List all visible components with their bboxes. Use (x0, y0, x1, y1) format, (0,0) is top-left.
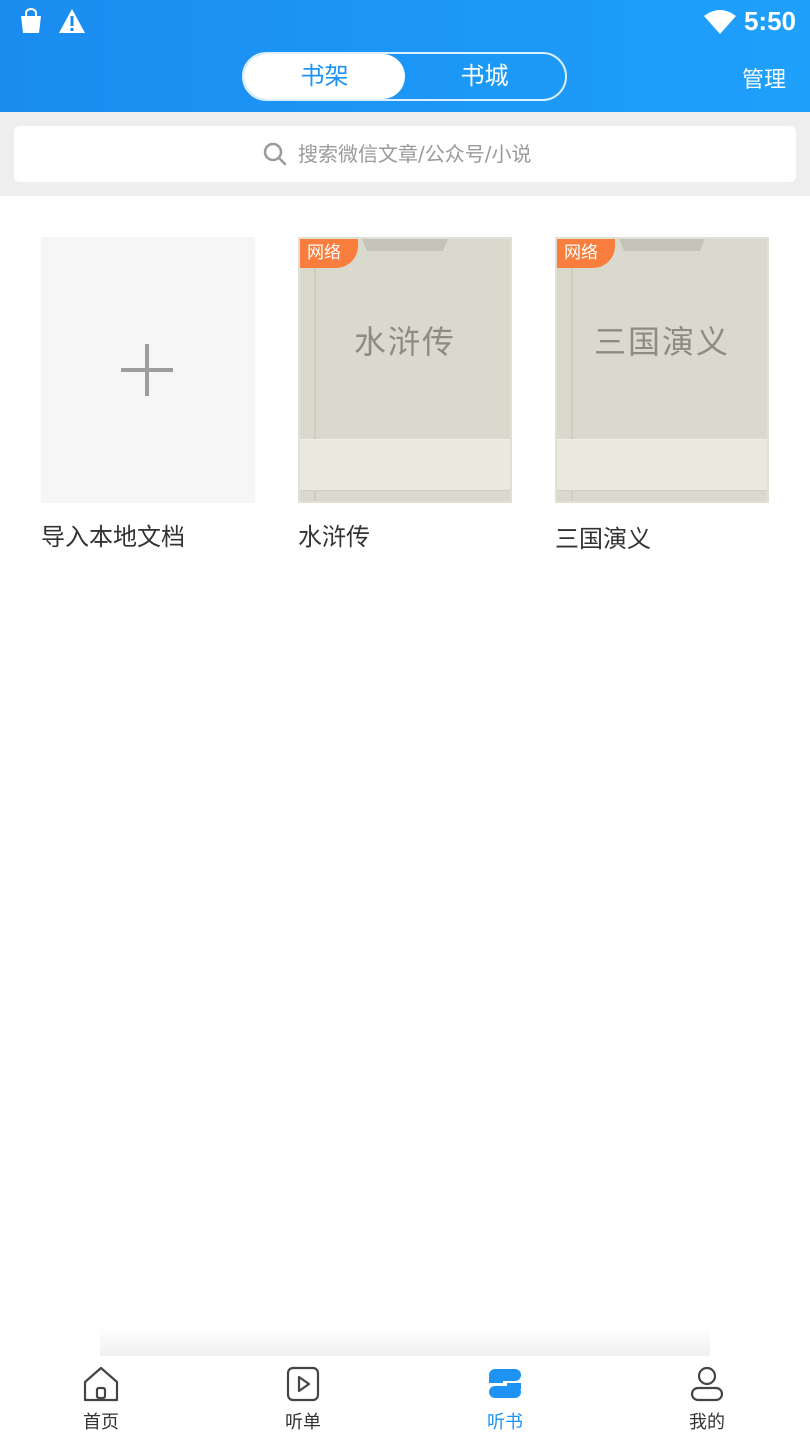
search-input[interactable] (298, 142, 548, 166)
cover-title: 水浒传 (353, 323, 456, 361)
book-icon (489, 1369, 521, 1398)
book-item[interactable]: 三国演义 网络 三国演义 (555, 237, 769, 554)
status-time: 5:50 (743, 6, 796, 36)
nav-profile[interactable]: 我的 (652, 1364, 762, 1434)
search-icon (263, 142, 287, 166)
manage-button[interactable]: 管理 (742, 62, 786, 94)
book-title: 三国演义 (555, 525, 651, 553)
nav-home[interactable]: 首页 (46, 1364, 156, 1434)
book-cover[interactable]: 三国演义 网络 (555, 237, 769, 503)
import-tile[interactable] (41, 237, 255, 503)
nav-playlist[interactable]: 听单 (248, 1364, 358, 1434)
shelf-store-toggle: 书架 书城 (242, 52, 567, 101)
user-icon (690, 1366, 724, 1402)
wifi-icon (704, 10, 736, 34)
nav-label: 听单 (285, 1412, 321, 1433)
play-icon (286, 1366, 320, 1402)
warning-icon (59, 9, 85, 33)
search-box[interactable] (14, 126, 796, 182)
import-label: 导入本地文档 (41, 523, 185, 551)
tab-bookstore[interactable]: 书城 (404, 54, 565, 99)
shopping-bag-icon (21, 8, 41, 33)
nav-label: 我的 (689, 1412, 725, 1433)
book-item[interactable]: 水浒传 网络 水浒传 (298, 237, 512, 552)
source-tag: 网络 (557, 239, 615, 268)
nav-label: 听书 (487, 1412, 523, 1433)
status-bar: 5:50 (0, 0, 810, 44)
home-icon (83, 1366, 119, 1402)
book-title: 水浒传 (298, 523, 370, 551)
bottom-navigation: 首页 听单 听书 我的 (0, 1356, 810, 1440)
book-cover[interactable]: 水浒传 网络 (298, 237, 512, 503)
tab-bookshelf[interactable]: 书架 (244, 54, 405, 99)
nav-label: 首页 (83, 1412, 119, 1433)
search-bar-container (0, 112, 810, 196)
import-local-document[interactable]: 导入本地文档 (41, 237, 255, 552)
nav-listen-book[interactable]: 听书 (450, 1364, 560, 1434)
app-header: 5:50 书架 书城 管理 (0, 0, 810, 112)
cover-title: 三国演义 (593, 323, 730, 361)
source-tag: 网络 (300, 239, 358, 268)
